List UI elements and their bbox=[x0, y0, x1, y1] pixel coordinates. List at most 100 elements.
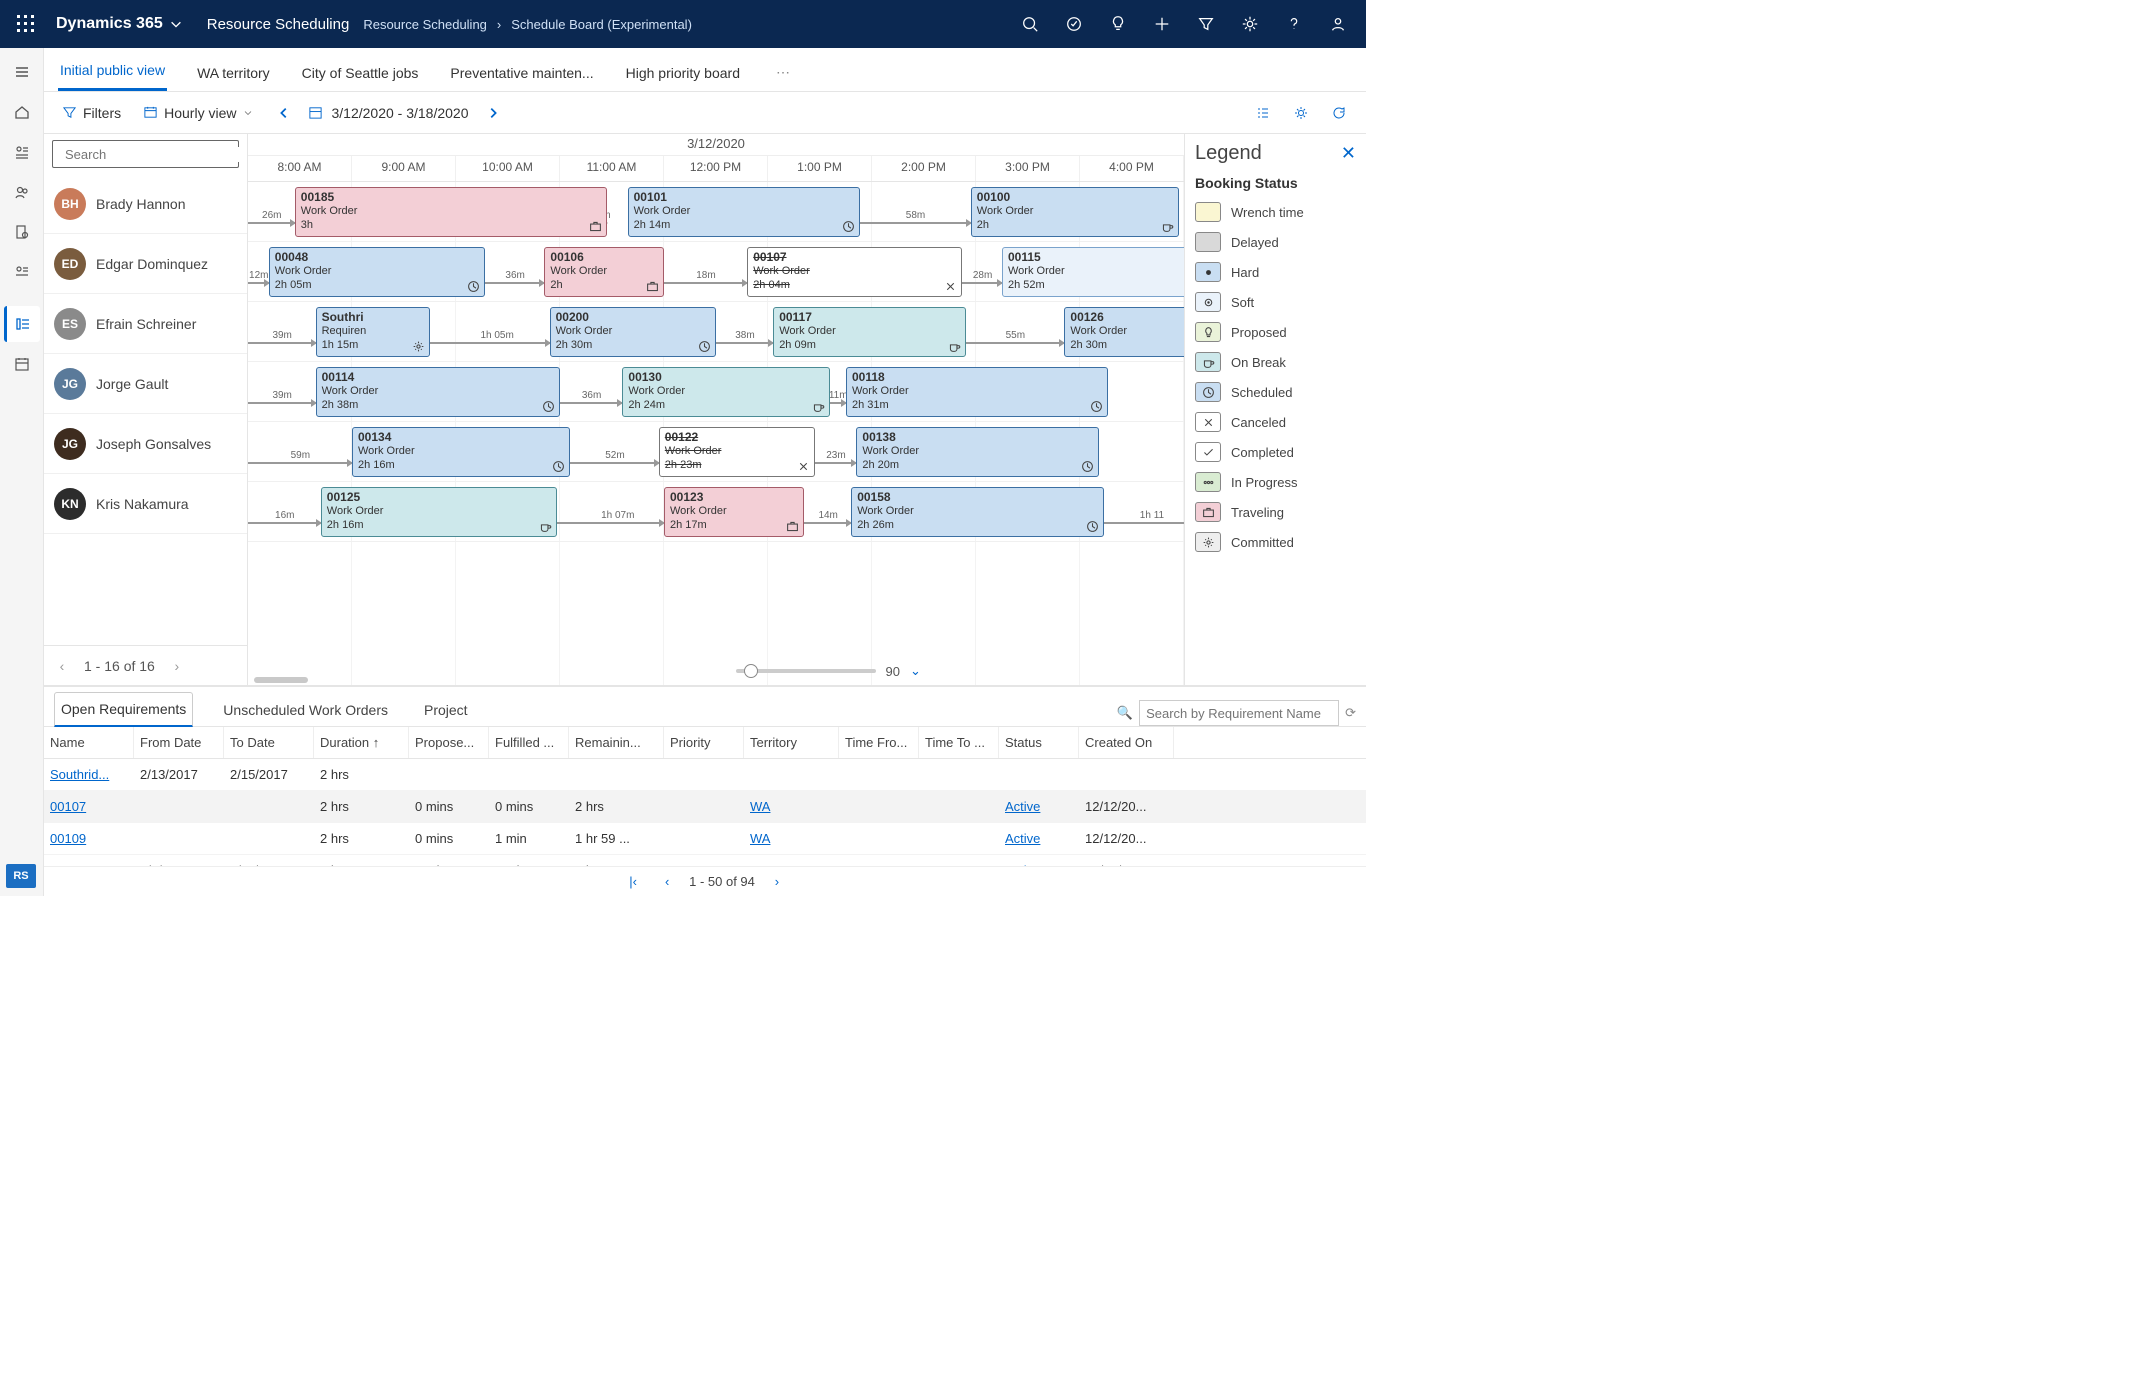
booking-card[interactable]: 00122Work Order2h 23m bbox=[659, 427, 815, 477]
doc-person-icon[interactable] bbox=[4, 214, 40, 250]
status-link[interactable]: Active bbox=[1005, 831, 1040, 846]
status-link[interactable]: Active bbox=[1005, 799, 1040, 814]
more-tabs-icon[interactable]: ⋯ bbox=[770, 54, 796, 91]
close-icon[interactable]: ✕ bbox=[1341, 143, 1356, 164]
tab-high-priority[interactable]: High priority board bbox=[624, 55, 742, 91]
tab-initial-public-view[interactable]: Initial public view bbox=[58, 52, 167, 91]
booking-card[interactable]: 00138Work Order2h 20m bbox=[856, 427, 1098, 477]
booking-card[interactable]: 00114Work Order2h 38m bbox=[316, 367, 560, 417]
prev-page-button[interactable]: ‹ bbox=[50, 654, 74, 678]
tab-city-of-seattle[interactable]: City of Seattle jobs bbox=[300, 55, 421, 91]
next-page-button[interactable]: › bbox=[165, 654, 189, 678]
column-header[interactable]: Created On bbox=[1079, 727, 1174, 758]
brand-title[interactable]: Dynamics 365 bbox=[46, 15, 193, 33]
booking-card[interactable]: 00200Work Order2h 30m bbox=[550, 307, 716, 357]
grid-prev-button[interactable]: ‹ bbox=[655, 870, 679, 894]
refresh-icon[interactable] bbox=[1324, 98, 1354, 128]
task-icon[interactable] bbox=[1052, 0, 1096, 48]
people-list2-icon[interactable] bbox=[4, 254, 40, 290]
grid-row[interactable]: 001228/9/20188/11/20182 hrs0 mins0 mins2… bbox=[44, 855, 1366, 866]
grid-row[interactable]: 001092 hrs0 mins1 min1 hr 59 ...WAActive… bbox=[44, 823, 1366, 855]
booking-card[interactable]: 00125Work Order2h 16m bbox=[321, 487, 557, 537]
home-icon[interactable] bbox=[4, 94, 40, 130]
hamburger-icon[interactable] bbox=[4, 54, 40, 90]
track-row[interactable]: 26m19m58m00185Work Order3h00101Work Orde… bbox=[248, 182, 1184, 242]
zoom-slider[interactable] bbox=[736, 669, 876, 673]
track-row[interactable]: 12m36m18m28m00048Work Order2h 05m00106Wo… bbox=[248, 242, 1184, 302]
column-header[interactable]: To Date bbox=[224, 727, 314, 758]
tab-open-requirements[interactable]: Open Requirements bbox=[54, 692, 193, 727]
req-name-link[interactable]: 00109 bbox=[50, 831, 86, 846]
column-header[interactable]: Time To ... bbox=[919, 727, 999, 758]
grid-search-icon[interactable]: 🔍 bbox=[1117, 705, 1133, 721]
column-header[interactable]: Status bbox=[999, 727, 1079, 758]
list-view-icon[interactable] bbox=[1248, 98, 1278, 128]
booking-card[interactable]: 00100Work Order2h bbox=[971, 187, 1179, 237]
app-launcher-icon[interactable] bbox=[6, 0, 46, 48]
grid-next-button[interactable]: › bbox=[765, 870, 789, 894]
booking-card[interactable]: 00134Work Order2h 16m bbox=[352, 427, 570, 477]
req-name-link[interactable]: Southrid... bbox=[50, 767, 109, 782]
next-range-button[interactable] bbox=[479, 99, 507, 127]
tab-preventative[interactable]: Preventative mainten... bbox=[448, 55, 595, 91]
sitemap-badge[interactable]: RS bbox=[6, 864, 36, 888]
grid-refresh-icon[interactable]: ⟳ bbox=[1345, 705, 1356, 721]
column-header[interactable]: Propose... bbox=[409, 727, 489, 758]
filters-button[interactable]: Filters bbox=[56, 101, 127, 125]
grid-first-button[interactable]: |‹ bbox=[621, 870, 645, 894]
search-icon[interactable] bbox=[1008, 0, 1052, 48]
resource-row[interactable]: EDEdgar Dominquez bbox=[44, 234, 247, 294]
hourly-view-dropdown[interactable]: Hourly view bbox=[137, 101, 260, 125]
resource-row[interactable]: KNKris Nakamura bbox=[44, 474, 247, 534]
resource-search[interactable] bbox=[52, 140, 239, 168]
hscroll-thumb[interactable] bbox=[254, 677, 308, 683]
resource-search-input[interactable] bbox=[65, 147, 241, 162]
date-range-picker[interactable]: 3/12/2020 - 3/18/2020 bbox=[308, 105, 468, 121]
booking-card[interactable]: 00106Work Order2h bbox=[544, 247, 664, 297]
column-header[interactable]: Name bbox=[44, 727, 134, 758]
grid-row[interactable]: 001072 hrs0 mins0 mins2 hrsWAActive12/12… bbox=[44, 791, 1366, 823]
resource-row[interactable]: JGJorge Gault bbox=[44, 354, 247, 414]
booking-card[interactable]: 00101Work Order2h 14m bbox=[628, 187, 860, 237]
prev-range-button[interactable] bbox=[270, 99, 298, 127]
people-list-icon[interactable] bbox=[4, 134, 40, 170]
territory-link[interactable]: WA bbox=[750, 799, 770, 814]
booking-card[interactable]: SouthriRequiren1h 15m bbox=[316, 307, 430, 357]
app-name[interactable]: Resource Scheduling bbox=[193, 16, 364, 33]
booking-card[interactable]: 00048Work Order2h 05m bbox=[269, 247, 485, 297]
tab-project[interactable]: Project bbox=[418, 694, 474, 726]
booking-card[interactable]: 00158Work Order2h 26m bbox=[851, 487, 1104, 537]
schedule-board-icon[interactable] bbox=[4, 306, 40, 342]
plus-icon[interactable] bbox=[1140, 0, 1184, 48]
crumb-1[interactable]: Resource Scheduling bbox=[363, 17, 487, 32]
booking-card[interactable]: 00107Work Order2h 04m bbox=[747, 247, 962, 297]
booking-card[interactable]: 00185Work Order3h bbox=[295, 187, 607, 237]
booking-card[interactable]: 00123Work Order2h 17m bbox=[664, 487, 804, 537]
column-header[interactable]: From Date bbox=[134, 727, 224, 758]
column-header[interactable]: Territory bbox=[744, 727, 839, 758]
booking-card[interactable]: 00115Work Order2h 52m bbox=[1002, 247, 1184, 297]
tab-wa-territory[interactable]: WA territory bbox=[195, 55, 272, 91]
resource-row[interactable]: JGJoseph Gonsalves bbox=[44, 414, 247, 474]
grid-row[interactable]: Southrid...2/13/20172/15/20172 hrs bbox=[44, 759, 1366, 791]
track-row[interactable]: 59m52m23m00134Work Order2h 16m00122Work … bbox=[248, 422, 1184, 482]
req-name-link[interactable]: 00107 bbox=[50, 799, 86, 814]
track-row[interactable]: 39m1h 05m38m55mSouthriRequiren1h 15m0020… bbox=[248, 302, 1184, 362]
help-icon[interactable] bbox=[1272, 0, 1316, 48]
resource-row[interactable]: BHBrady Hannon bbox=[44, 174, 247, 234]
booking-card[interactable]: 00126Work Order2h 30m bbox=[1064, 307, 1184, 357]
gear-icon[interactable] bbox=[1228, 0, 1272, 48]
chevron-down-icon[interactable]: ⌄ bbox=[910, 663, 924, 679]
people-icon[interactable] bbox=[4, 174, 40, 210]
tab-unscheduled[interactable]: Unscheduled Work Orders bbox=[217, 694, 394, 726]
lightbulb-icon[interactable] bbox=[1096, 0, 1140, 48]
column-header[interactable]: Priority bbox=[664, 727, 744, 758]
resource-row[interactable]: ESEfrain Schreiner bbox=[44, 294, 247, 354]
crumb-2[interactable]: Schedule Board (Experimental) bbox=[511, 17, 692, 32]
person-icon[interactable] bbox=[1316, 0, 1360, 48]
calendar-icon[interactable] bbox=[4, 346, 40, 382]
track-row[interactable]: 16m1h 07m14m1h 1100125Work Order2h 16m00… bbox=[248, 482, 1184, 542]
column-header[interactable]: Remainin... bbox=[569, 727, 664, 758]
board-settings-icon[interactable] bbox=[1286, 98, 1316, 128]
column-header[interactable]: Duration ↑ bbox=[314, 727, 409, 758]
